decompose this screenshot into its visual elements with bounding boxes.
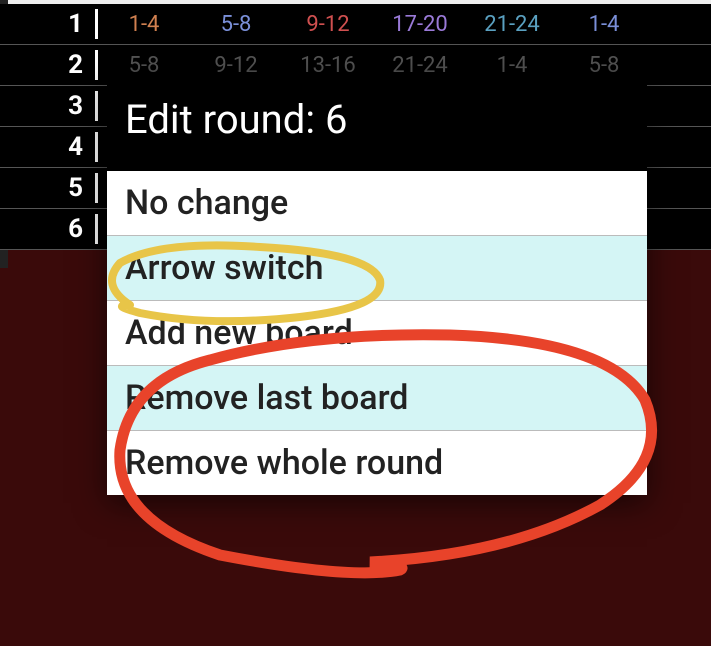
row-cells: 1-45-89-1217-2021-241-4 (98, 12, 711, 37)
dialog-option-add-new-board[interactable]: Add new board (107, 301, 647, 366)
dialog-title: Edit round: 6 (107, 74, 647, 171)
cell: 9-12 (282, 12, 374, 37)
row-number: 1 (0, 9, 98, 39)
cell: 5-8 (190, 12, 282, 37)
row-number: 6 (0, 214, 98, 244)
dialog-option-remove-last-board[interactable]: Remove last board (107, 366, 647, 431)
edit-round-dialog: Edit round: 6 No changeArrow switchAdd n… (107, 74, 647, 495)
table-row[interactable]: 11-45-89-1217-2021-241-4 (0, 4, 711, 45)
cell: 1-4 (558, 12, 650, 37)
row-number: 4 (0, 132, 98, 162)
row-number: 2 (0, 50, 98, 80)
cell: 21-24 (466, 12, 558, 37)
dialog-items: No changeArrow switchAdd new boardRemove… (107, 171, 647, 495)
dialog-option-no-change[interactable]: No change (107, 171, 647, 236)
cell: 17-20 (374, 12, 466, 37)
row-number: 5 (0, 173, 98, 203)
cell: 1-4 (98, 12, 190, 37)
dialog-option-remove-whole-round[interactable]: Remove whole round (107, 431, 647, 495)
dialog-option-arrow-switch[interactable]: Arrow switch (107, 236, 647, 301)
row-number: 3 (0, 91, 98, 121)
